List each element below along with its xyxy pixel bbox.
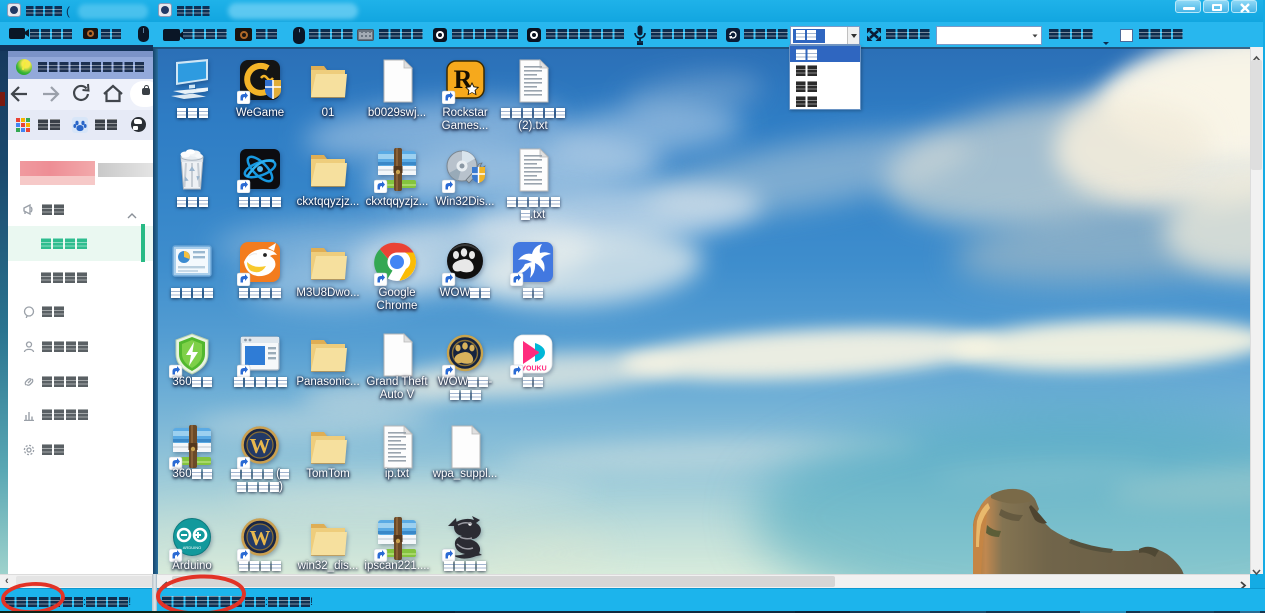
svg-text:YOUKU: YOUKU bbox=[521, 366, 546, 373]
svg-text:W: W bbox=[250, 526, 271, 550]
svg-text:ARDUINO: ARDUINO bbox=[183, 545, 201, 550]
svg-text:W: W bbox=[250, 434, 271, 458]
